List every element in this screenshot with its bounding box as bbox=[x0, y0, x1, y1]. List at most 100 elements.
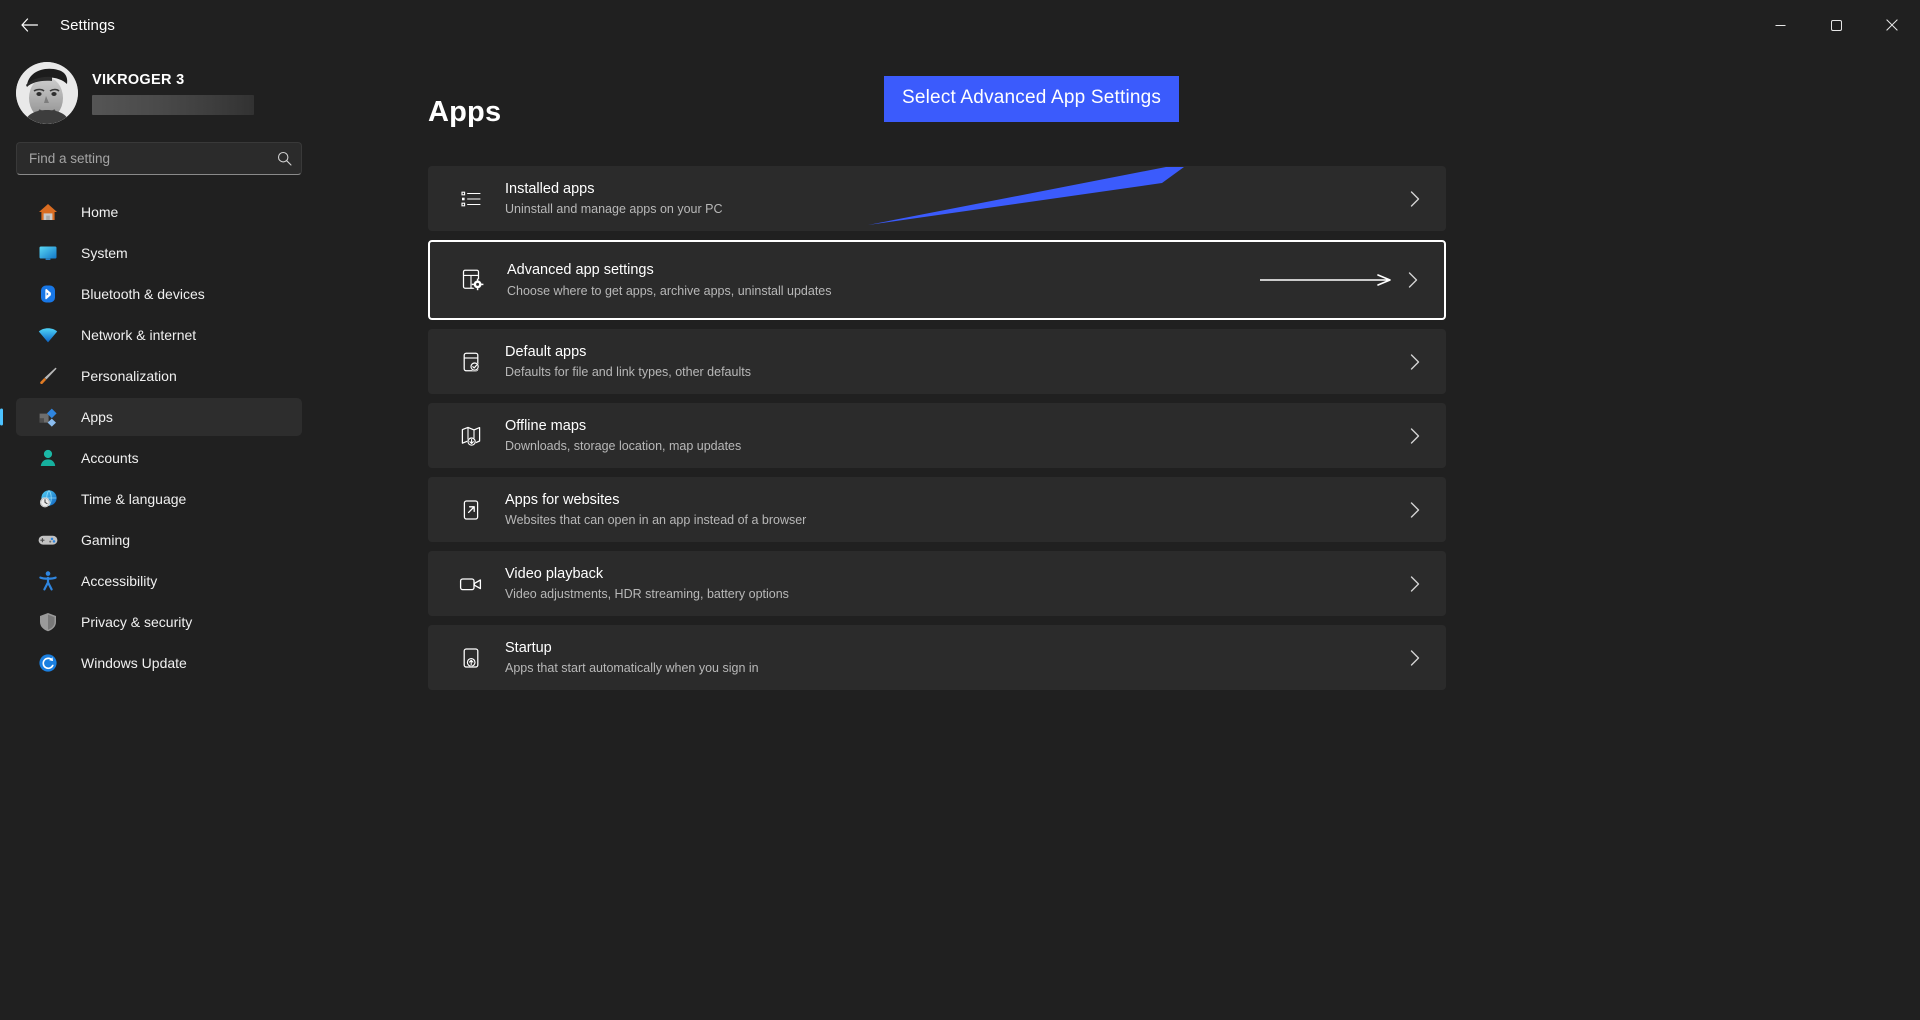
sidebar-item-label: Time & language bbox=[81, 491, 186, 507]
card-subtitle: Downloads, storage location, map updates bbox=[505, 438, 1406, 454]
sidebar-nav: Home System bbox=[0, 193, 320, 682]
profile-block[interactable]: VIKROGER 3 bbox=[0, 50, 320, 138]
sidebar-item-label: Network & internet bbox=[81, 327, 196, 343]
card-title: Installed apps bbox=[505, 181, 594, 197]
accessibility-icon bbox=[36, 569, 60, 593]
minimize-button[interactable] bbox=[1752, 0, 1808, 50]
magnifier-icon bbox=[277, 151, 292, 166]
wifi-icon bbox=[36, 323, 60, 347]
startup-icon bbox=[456, 643, 486, 673]
back-button[interactable] bbox=[10, 8, 48, 42]
profile-name: VIKROGER 3 bbox=[92, 72, 254, 88]
card-subtitle: Websites that can open in an app instead… bbox=[505, 512, 1406, 528]
card-text: Offline maps Downloads, storage location… bbox=[505, 417, 1406, 455]
search-icon[interactable] bbox=[275, 150, 293, 168]
back-arrow-icon bbox=[21, 18, 38, 32]
card-title: Apps for websites bbox=[505, 492, 619, 508]
default-apps-icon bbox=[456, 347, 486, 377]
sidebar-item-label: Apps bbox=[81, 409, 113, 425]
sidebar-item-label: Home bbox=[81, 204, 118, 220]
chevron-right-icon bbox=[1406, 501, 1424, 519]
avatar-photo-icon bbox=[16, 62, 78, 124]
search-input[interactable] bbox=[17, 151, 301, 166]
card-subtitle: Apps that start automatically when you s… bbox=[505, 660, 1406, 676]
app-gear-icon bbox=[458, 265, 488, 295]
card-title: Advanced app settings bbox=[507, 262, 654, 278]
chevron-right-icon bbox=[1406, 649, 1424, 667]
minimize-icon bbox=[1775, 20, 1786, 31]
card-subtitle: Defaults for file and link types, other … bbox=[505, 364, 1406, 380]
sidebar-item-label: System bbox=[81, 245, 128, 261]
card-title: Default apps bbox=[505, 344, 586, 360]
card-installed-apps[interactable]: Installed apps Uninstall and manage apps… bbox=[428, 166, 1446, 231]
card-text: Apps for websites Websites that can open… bbox=[505, 491, 1406, 529]
card-text: Video playback Video adjustments, HDR st… bbox=[505, 565, 1406, 603]
card-video-playback[interactable]: Video playback Video adjustments, HDR st… bbox=[428, 551, 1446, 616]
page-title: Apps bbox=[428, 96, 1920, 129]
card-subtitle: Video adjustments, HDR streaming, batter… bbox=[505, 586, 1406, 602]
sidebar-item-accounts[interactable]: Accounts bbox=[16, 439, 302, 477]
annotation-pointer-arrow bbox=[1260, 273, 1400, 287]
chevron-right-icon bbox=[1406, 353, 1424, 371]
close-button[interactable] bbox=[1864, 0, 1920, 50]
maximize-icon bbox=[1831, 20, 1842, 31]
main-content: Apps Installed apps Uninstall bbox=[320, 50, 1920, 1020]
map-download-icon bbox=[456, 421, 486, 451]
app-title: Settings bbox=[60, 17, 115, 34]
card-default-apps[interactable]: Default apps Defaults for file and link … bbox=[428, 329, 1446, 394]
card-apps-for-websites[interactable]: Apps for websites Websites that can open… bbox=[428, 477, 1446, 542]
avatar bbox=[16, 62, 78, 124]
sidebar-item-label: Bluetooth & devices bbox=[81, 286, 205, 302]
maximize-button[interactable] bbox=[1808, 0, 1864, 50]
card-title: Startup bbox=[505, 640, 552, 656]
sidebar-item-accessibility[interactable]: Accessibility bbox=[16, 562, 302, 600]
sidebar-item-apps[interactable]: Apps bbox=[16, 398, 302, 436]
card-title: Offline maps bbox=[505, 418, 586, 434]
app-website-icon bbox=[456, 495, 486, 525]
settings-window: Settings bbox=[0, 0, 1920, 1020]
sidebar-item-personalization[interactable]: Personalization bbox=[16, 357, 302, 395]
window-controls bbox=[1752, 0, 1920, 50]
search-box[interactable] bbox=[16, 142, 302, 175]
card-startup[interactable]: Startup Apps that start automatically wh… bbox=[428, 625, 1446, 690]
chevron-right-icon bbox=[1406, 190, 1424, 208]
title-bar: Settings bbox=[0, 0, 1920, 50]
sidebar-item-bluetooth[interactable]: Bluetooth & devices bbox=[16, 275, 302, 313]
system-icon bbox=[36, 241, 60, 265]
clock-globe-icon bbox=[36, 487, 60, 511]
card-text: Installed apps Uninstall and manage apps… bbox=[505, 180, 1406, 218]
sidebar-item-home[interactable]: Home bbox=[16, 193, 302, 231]
profile-text: VIKROGER 3 bbox=[92, 72, 254, 115]
shield-icon bbox=[36, 610, 60, 634]
card-advanced-app-settings[interactable]: Advanced app settings Choose where to ge… bbox=[428, 240, 1446, 320]
video-camera-icon bbox=[456, 569, 486, 599]
sidebar-item-windows-update[interactable]: Windows Update bbox=[16, 644, 302, 682]
sidebar-item-label: Accounts bbox=[81, 450, 139, 466]
settings-card-list: Installed apps Uninstall and manage apps… bbox=[428, 166, 1446, 690]
sidebar-item-privacy-security[interactable]: Privacy & security bbox=[16, 603, 302, 641]
account-icon bbox=[36, 446, 60, 470]
card-subtitle: Uninstall and manage apps on your PC bbox=[505, 201, 1406, 217]
update-icon bbox=[36, 651, 60, 675]
card-text: Default apps Defaults for file and link … bbox=[505, 343, 1406, 381]
sidebar-item-time-language[interactable]: Time & language bbox=[16, 480, 302, 518]
sidebar-item-label: Gaming bbox=[81, 532, 130, 548]
sidebar-item-label: Windows Update bbox=[81, 655, 187, 671]
bluetooth-icon bbox=[36, 282, 60, 306]
chevron-right-icon bbox=[1404, 271, 1422, 289]
card-text: Startup Apps that start automatically wh… bbox=[505, 639, 1406, 677]
chevron-right-icon bbox=[1406, 575, 1424, 593]
window-body: VIKROGER 3 bbox=[0, 50, 1920, 1020]
card-offline-maps[interactable]: Offline maps Downloads, storage location… bbox=[428, 403, 1446, 468]
sidebar-item-label: Personalization bbox=[81, 368, 177, 384]
card-title: Video playback bbox=[505, 566, 603, 582]
sidebar-item-label: Privacy & security bbox=[81, 614, 192, 630]
paintbrush-icon bbox=[36, 364, 60, 388]
sidebar-item-network[interactable]: Network & internet bbox=[16, 316, 302, 354]
apps-icon bbox=[36, 405, 60, 429]
sidebar-item-gaming[interactable]: Gaming bbox=[16, 521, 302, 559]
close-icon bbox=[1886, 19, 1898, 31]
home-icon bbox=[36, 200, 60, 224]
sidebar-item-system[interactable]: System bbox=[16, 234, 302, 272]
list-bullets-icon bbox=[456, 184, 486, 214]
